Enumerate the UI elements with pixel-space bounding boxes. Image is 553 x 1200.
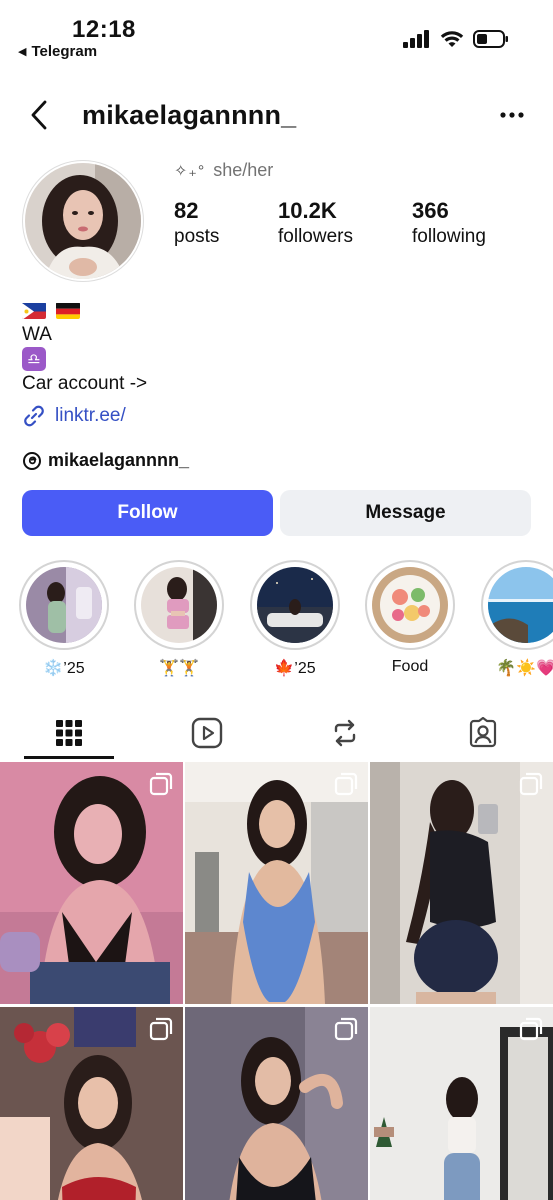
- story-highlight[interactable]: 🏋🏋: [133, 560, 225, 678]
- posts-stat[interactable]: 82 posts: [174, 198, 278, 248]
- philippines-flag-icon: [22, 302, 46, 319]
- tab-tagged[interactable]: [438, 706, 528, 760]
- active-tab-indicator: [24, 756, 114, 759]
- libra-icon: ♎: [22, 347, 46, 371]
- story-highlight[interactable]: ❄️’25: [18, 560, 110, 678]
- tab-posts-grid[interactable]: [24, 706, 114, 760]
- carousel-icon: [519, 772, 543, 796]
- profile-header: mikaelagannnn_: [0, 92, 553, 138]
- highlight-cover: [488, 567, 553, 643]
- threads-badge[interactable]: mikaelagannnn_: [22, 450, 189, 471]
- clock: 12:18: [72, 16, 136, 43]
- bio-line: Car account ->: [22, 373, 148, 394]
- following-count: 366: [412, 198, 449, 223]
- tab-reels[interactable]: [162, 706, 252, 760]
- posts-count: 82: [174, 198, 199, 223]
- back-button[interactable]: [24, 96, 54, 134]
- profile-stats: 82 posts 10.2K followers 366 following: [174, 198, 486, 248]
- highlight-ring: [250, 560, 340, 650]
- pronouns: ✧₊° she/her: [174, 160, 273, 181]
- carousel-icon: [334, 772, 358, 796]
- tagged-icon: [469, 717, 497, 748]
- back-app-label: Telegram: [31, 43, 98, 60]
- highlight-ring: [19, 560, 109, 650]
- system-icons: [403, 30, 509, 48]
- story-highlight[interactable]: 🍁’25: [249, 560, 341, 678]
- post-thumbnail[interactable]: [185, 1007, 368, 1200]
- post-thumbnail[interactable]: [0, 1007, 183, 1200]
- pronouns-text: she/her: [213, 160, 274, 180]
- posts-label: posts: [174, 226, 220, 247]
- following-stat[interactable]: 366 following: [412, 198, 486, 248]
- germany-flag-icon: [56, 302, 80, 319]
- following-label: following: [412, 226, 486, 247]
- post-thumbnail[interactable]: [185, 762, 368, 1004]
- signal-icon: [403, 30, 429, 48]
- reposts-icon: [334, 719, 356, 747]
- posts-grid: [0, 762, 553, 1200]
- profile-username: mikaelagannnn_: [82, 100, 297, 130]
- follow-button[interactable]: Follow: [22, 490, 273, 536]
- carousel-icon: [519, 1017, 543, 1041]
- back-to-app-link[interactable]: ◀ Telegram: [18, 43, 97, 60]
- bio-link[interactable]: linktr.ee/: [22, 404, 126, 428]
- highlight-cover: [26, 567, 102, 643]
- highlight-label: 🏋🏋: [159, 660, 199, 677]
- bio-location: WA: [22, 324, 52, 345]
- highlight-cover: [257, 567, 333, 643]
- carousel-icon: [334, 1017, 358, 1041]
- bio-link-text: linktr.ee/: [55, 405, 126, 426]
- threads-icon: [23, 451, 41, 470]
- highlight-label: Food: [391, 658, 429, 675]
- reels-icon: [191, 717, 223, 749]
- highlight-ring: [134, 560, 224, 650]
- back-arrow-icon: ◀: [18, 46, 27, 58]
- profile-bio: WA ♎ Car account ->: [22, 298, 532, 396]
- highlight-label: ❄️’25: [43, 660, 85, 677]
- link-icon: [24, 405, 44, 427]
- more-dots-icon: [500, 112, 524, 118]
- highlight-cover: [372, 567, 448, 643]
- followers-stat[interactable]: 10.2K followers: [278, 198, 412, 248]
- chevron-left-icon: [31, 100, 47, 130]
- status-bar: 12:18 ◀ Telegram: [0, 0, 553, 70]
- followers-count: 10.2K: [278, 198, 337, 223]
- highlight-label: 🌴☀️💗: [496, 660, 553, 677]
- story-highlight[interactable]: Food: [364, 560, 456, 676]
- carousel-icon: [149, 1017, 173, 1041]
- profile-avatar[interactable]: [22, 160, 144, 282]
- followers-label: followers: [278, 226, 353, 247]
- wifi-icon: [440, 31, 464, 47]
- carousel-icon: [149, 772, 173, 796]
- post-thumbnail[interactable]: [0, 762, 183, 1004]
- message-button[interactable]: Message: [280, 490, 531, 536]
- highlight-cover: [141, 567, 217, 643]
- sparkle-icon: ✧₊°: [174, 162, 206, 180]
- highlight-ring: [481, 560, 553, 650]
- highlight-ring: [365, 560, 455, 650]
- flag-emojis: [22, 298, 532, 322]
- highlight-label: 🍁’25: [274, 660, 316, 677]
- post-thumbnail[interactable]: [370, 762, 553, 1004]
- battery-icon: [473, 30, 508, 48]
- grid-icon: [56, 720, 82, 746]
- story-highlight[interactable]: 🌴☀️💗: [480, 560, 553, 678]
- avatar-photo: [25, 163, 141, 279]
- more-options-button[interactable]: [495, 100, 529, 130]
- tab-reposts[interactable]: [300, 706, 390, 760]
- threads-handle: mikaelagannnn_: [48, 450, 190, 470]
- profile-tabs: [0, 706, 553, 760]
- post-thumbnail[interactable]: [370, 1007, 553, 1200]
